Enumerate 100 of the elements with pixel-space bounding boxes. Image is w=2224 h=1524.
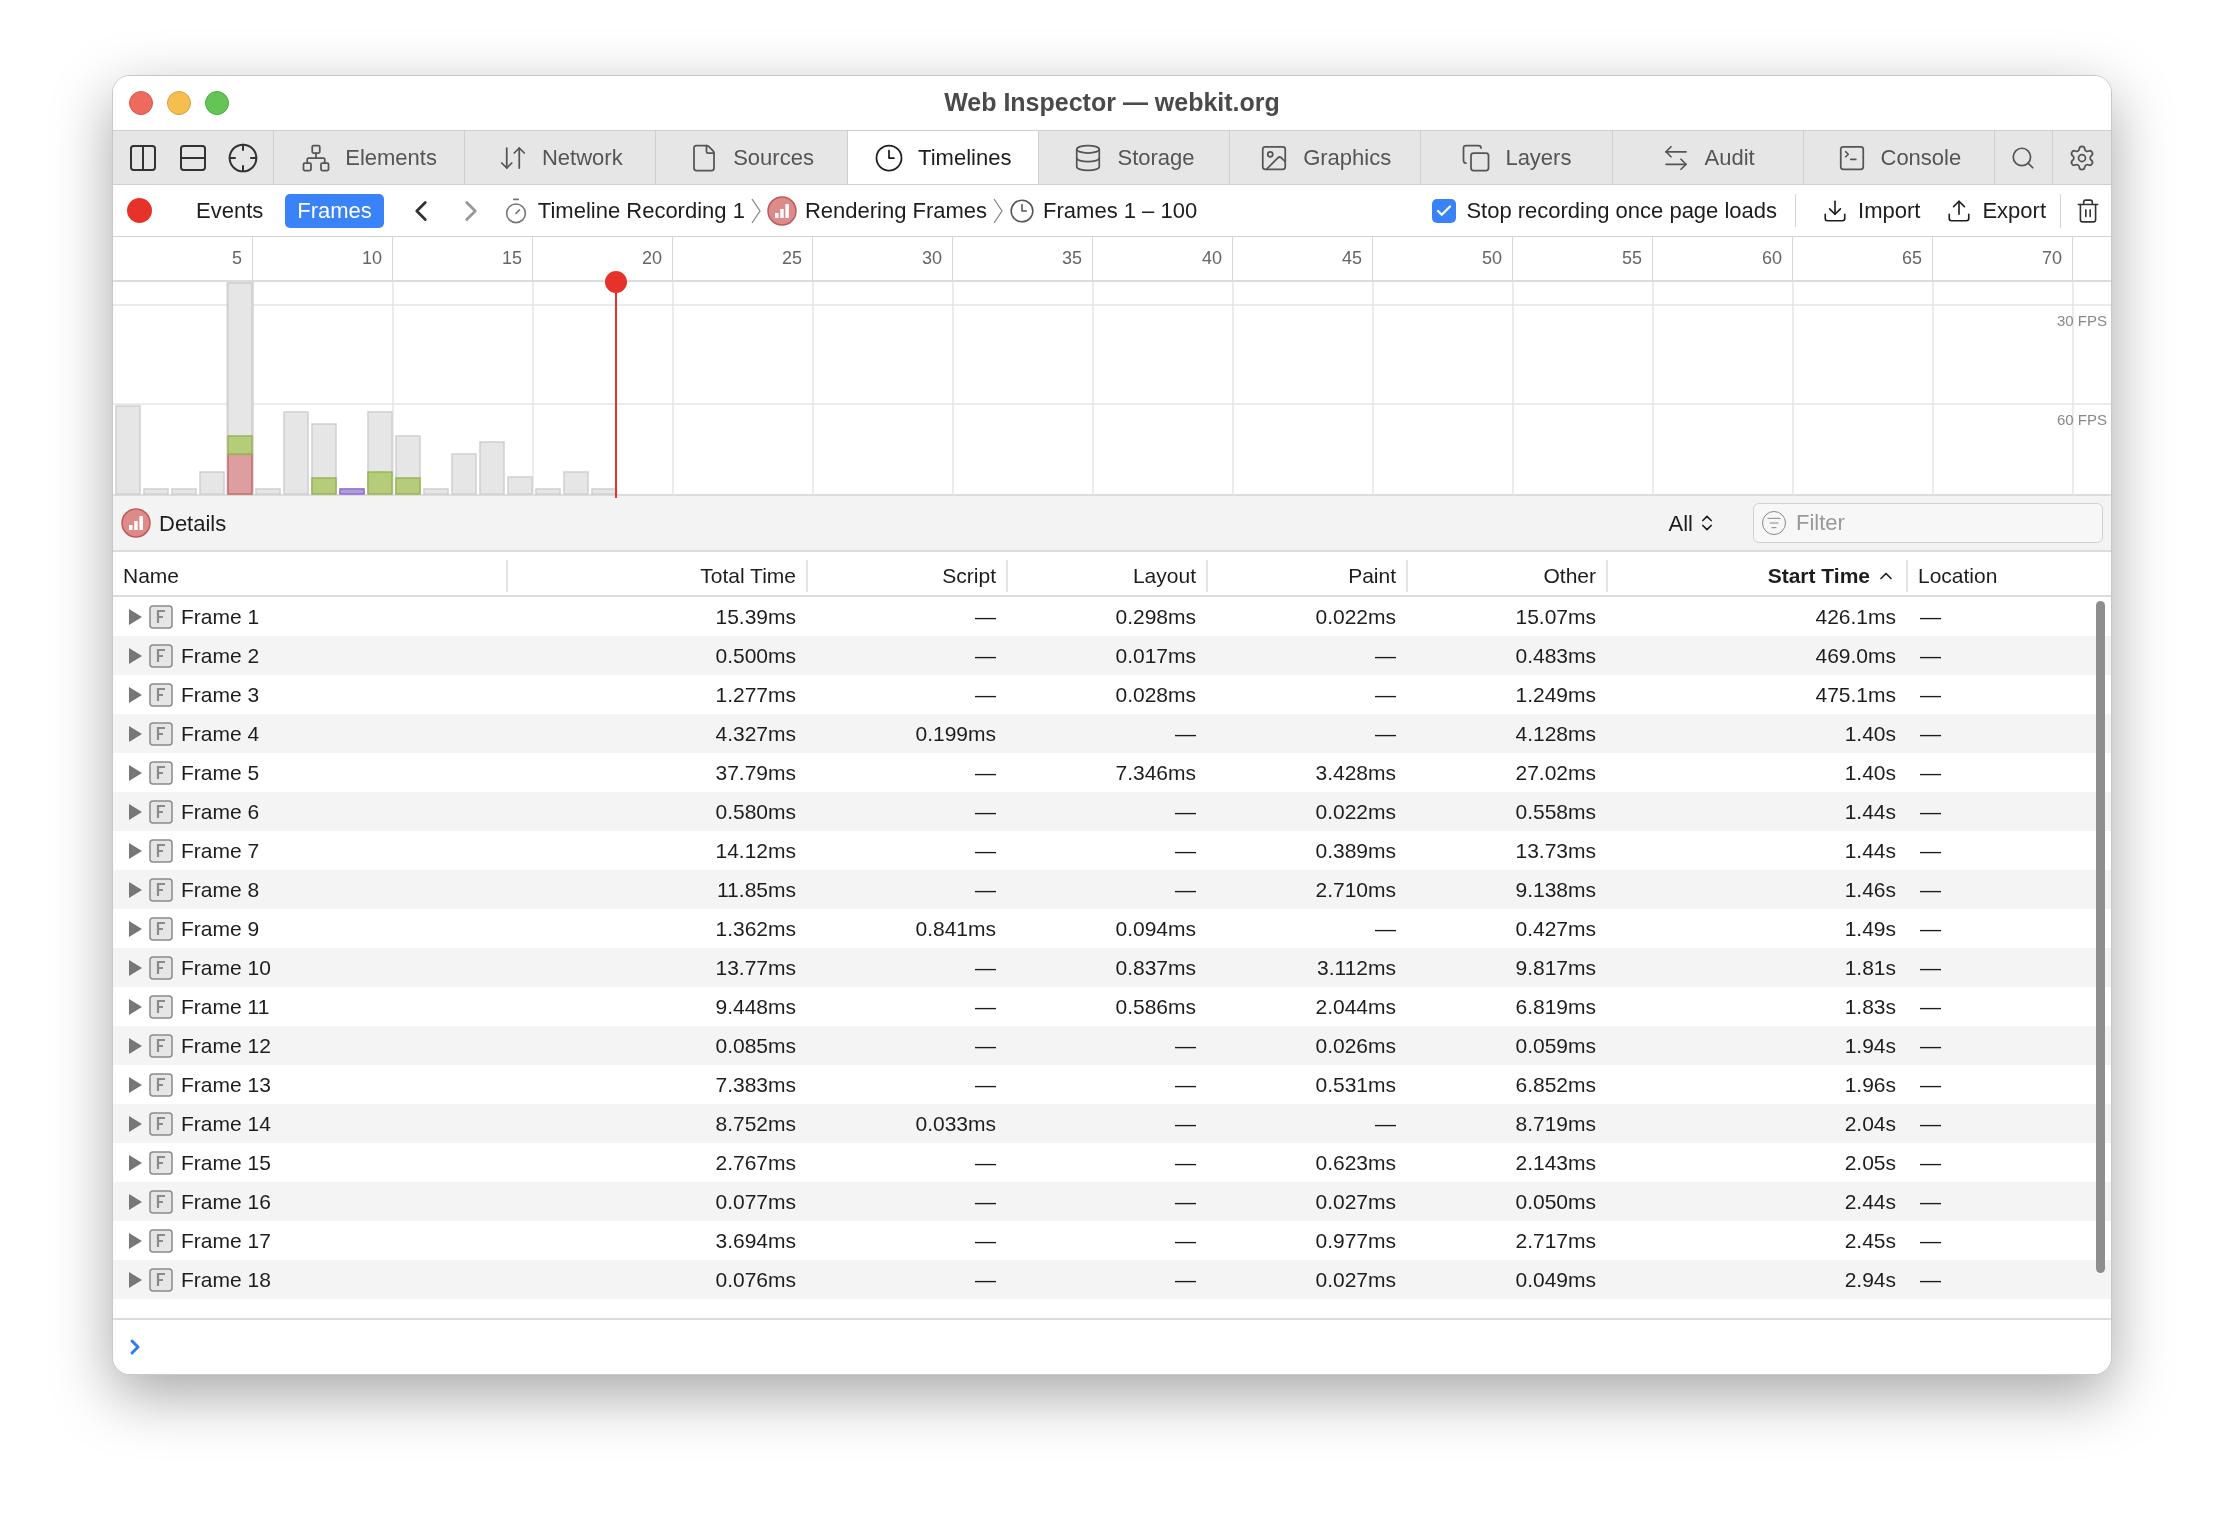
table-cell-text: — [1920,681,1941,708]
table-cell-text: Frame 10 [181,954,271,981]
table-cell-text: 0.837ms [1115,954,1196,981]
table-cell-text: 1.362ms [715,915,796,942]
table-cell-text: — [975,681,996,708]
stop-recording-checkbox[interactable]: Stop recording once page loads [1432,194,1797,227]
frame-icon [149,643,173,668]
disclosure-triangle-icon[interactable] [127,1114,143,1133]
table-cell-text: 7.383ms [715,1071,796,1098]
disclosure-triangle-icon[interactable] [127,802,143,821]
frame-icon [149,604,173,629]
scrollbar-thumb[interactable] [2096,601,2105,1273]
disclosure-triangle-icon[interactable] [127,997,143,1016]
column-header[interactable]: Start Time [1767,560,1870,592]
breadcrumb-link[interactable]: Frames 1 – 100 [1009,194,1198,227]
breadcrumb-link[interactable]: Rendering Frames [766,194,988,227]
view-mode-button[interactable]: Frames [285,193,384,228]
disclosure-triangle-icon[interactable] [127,1192,143,1211]
table-cell-text: — [1175,1032,1196,1059]
table-cell-text: 8.719ms [1515,1110,1596,1137]
disclosure-triangle-icon[interactable] [127,1270,143,1289]
table-cell-text: 426.1ms [1815,603,1896,630]
ruler-tick-label: 70 [2041,247,2062,270]
table-cell-text: 3.112ms [1317,954,1396,981]
crosshair-icon[interactable] [227,141,259,174]
table-cell-text: Frame 6 [181,798,260,825]
table-cell-text: — [1920,1188,1941,1215]
table-cell-text: Frame 15 [181,1149,271,1176]
table-cell-text: 0.028ms [1115,681,1196,708]
ruler-tick-label: 35 [1061,247,1082,270]
table-cell-text: 3.428ms [1315,759,1396,786]
disclosure-triangle-icon[interactable] [127,685,143,704]
playhead-marker[interactable] [605,271,627,498]
disclosure-triangle-icon[interactable] [127,724,143,743]
column-header[interactable]: Paint [1348,560,1396,592]
table-cell-text: 0.977ms [1315,1227,1396,1254]
column-header[interactable]: Name [123,560,180,592]
record-button[interactable] [127,198,152,223]
view-mode-button[interactable]: Events [184,193,276,228]
column-header[interactable]: Total Time [700,560,796,592]
table-cell-text: — [1920,798,1941,825]
column-header[interactable]: Layout [1132,560,1196,592]
disclosure-triangle-icon[interactable] [127,1036,143,1055]
disclosure-triangle-icon[interactable] [127,1231,143,1250]
trash-icon[interactable] [2075,197,2101,224]
column-header[interactable]: Location [1918,560,1998,592]
table-cell-text: — [1920,915,1941,942]
table-cell-text: 0.483ms [1515,642,1596,669]
table-cell-text: — [1175,1110,1196,1137]
checkbox[interactable] [1432,198,1457,223]
zoom-button[interactable] [205,91,229,115]
clock-icon [1009,197,1036,224]
table-cell-text: 1.94s [1844,1032,1896,1059]
clock-icon [874,142,905,173]
column-header[interactable]: Script [942,560,996,592]
filter-field[interactable]: Filter [1753,503,2103,543]
table-cell-text: 2.94s [1844,1266,1896,1293]
disclosure-triangle-icon[interactable] [127,919,143,938]
table-cell-text: — [975,642,996,669]
bar-chart-circle-icon [121,508,151,538]
table-cell-text: 2.710ms [1315,876,1396,903]
ruler-tick-label: 40 [1201,247,1222,270]
table-cell-text: — [1175,720,1196,747]
table-cell-text: — [1920,1110,1941,1137]
table-cell-text: Frame 12 [181,1032,271,1059]
table-cell-text: 9.817ms [1515,954,1596,981]
search-icon[interactable] [2010,144,2037,171]
table-cell-text: 1.49s [1844,915,1896,942]
table-cell-text: — [1375,642,1396,669]
table-cell-text: 0.033ms [915,1110,996,1137]
disclosure-triangle-icon[interactable] [127,763,143,782]
disclosure-triangle-icon[interactable] [127,646,143,665]
table-cell-text: 0.094ms [1115,915,1196,942]
disclosure-triangle-icon[interactable] [127,1153,143,1172]
table-cell-text: — [1175,1227,1196,1254]
toolbar-button[interactable]: Export [1946,194,2046,227]
table-cell-text: Frame 14 [181,1110,271,1137]
ruler-tick-label: 10 [361,247,382,270]
tab[interactable]: Timelines [847,131,1039,184]
table-cell-text: 2.044ms [1315,993,1396,1020]
disclosure-triangle-icon[interactable] [127,880,143,899]
table-cell-text: — [975,1149,996,1176]
disclosure-triangle-icon[interactable] [127,841,143,860]
table-cell-text: — [975,1032,996,1059]
disclosure-triangle-icon[interactable] [127,1075,143,1094]
separator-icon [993,197,1004,224]
close-button[interactable] [129,91,153,115]
disclosure-triangle-icon[interactable] [127,958,143,977]
breadcrumb-link[interactable]: Timeline Recording 1 [501,194,745,227]
ruler-tick-label: 50 [1481,247,1502,270]
table-cell-text: 6.819ms [1515,993,1596,1020]
disclosure-triangle-icon[interactable] [127,607,143,626]
toolbar-button[interactable]: Import [1822,194,1921,227]
scope-selector[interactable]: All [1668,506,1717,540]
frame-icon [149,955,173,980]
table-cell-text: 15.07ms [1515,603,1596,630]
table-cell-text: 15.39ms [715,603,796,630]
column-header[interactable]: Other [1543,560,1596,592]
table-cell-text: Frame 18 [181,1266,271,1293]
table-cell-text: — [1920,837,1941,864]
